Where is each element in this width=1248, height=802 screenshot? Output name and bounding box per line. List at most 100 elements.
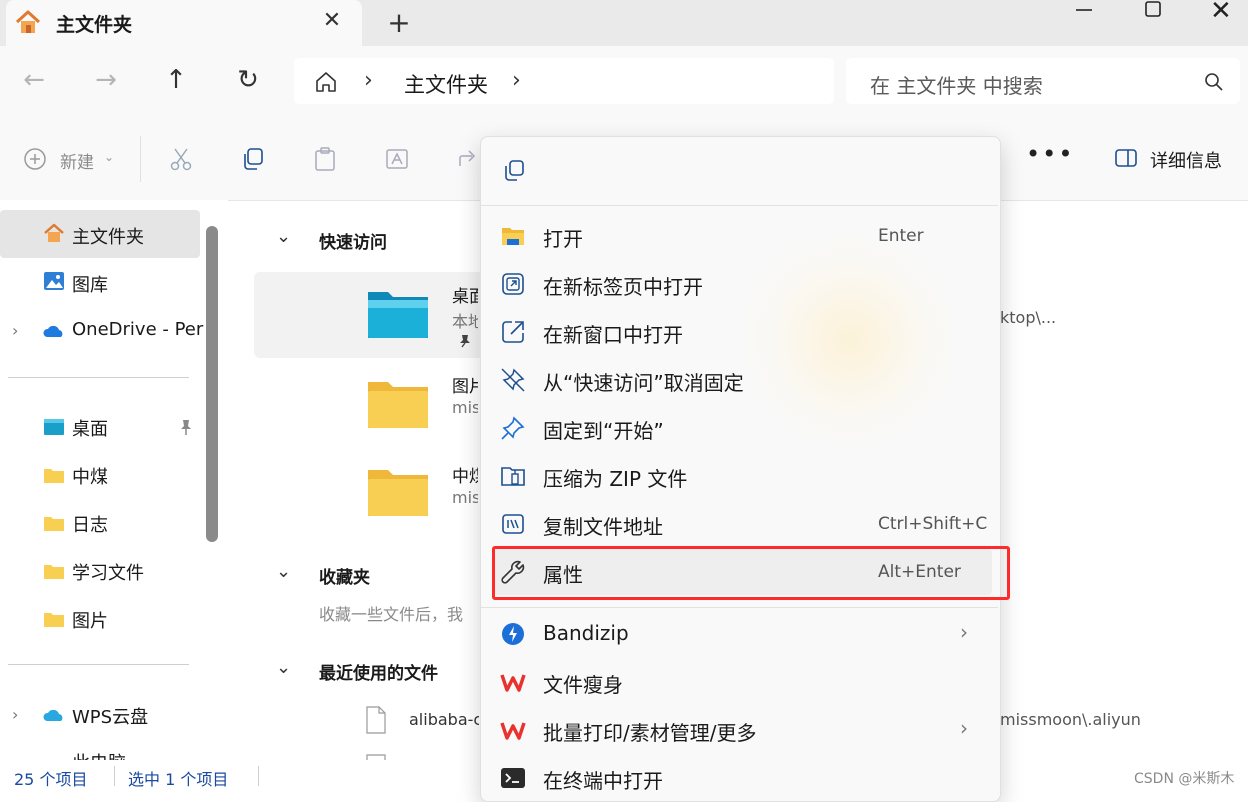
cut-icon[interactable] (168, 146, 194, 172)
copy-icon[interactable] (502, 158, 526, 182)
sidebar-item-desktop[interactable]: 桌面 (72, 415, 108, 441)
section-quick-access[interactable]: 快速访问 (319, 228, 387, 253)
terminal-icon (501, 768, 525, 788)
folder-icon (44, 613, 64, 627)
up-icon[interactable]: ↑ (158, 62, 194, 98)
status-divider (114, 766, 115, 786)
new-button[interactable]: 新建 (60, 148, 94, 173)
recent-file-name[interactable]: alibaba-c (409, 710, 479, 729)
folder-open-icon (502, 228, 524, 245)
folder-icon (44, 517, 64, 531)
menu-divider (481, 205, 998, 206)
more-options-icon[interactable]: ••• (1026, 140, 1074, 168)
quick-item-path: miss (452, 488, 478, 507)
plus-circle-icon[interactable] (22, 146, 48, 172)
breadcrumb-chevron-icon[interactable]: › (512, 68, 521, 93)
sidebar-item-study[interactable]: 学习文件 (72, 559, 144, 585)
forward-icon[interactable]: → (88, 62, 124, 98)
close-window-icon[interactable]: ✕ (1210, 0, 1232, 26)
chevron-down-icon[interactable]: ⌄ (104, 150, 114, 164)
quick-item-name: 中煤 (452, 467, 478, 487)
folder-icon (44, 565, 64, 579)
maximize-icon[interactable] (1142, 0, 1164, 18)
status-selected-count: 选中 1 个项目 (128, 770, 229, 789)
menu-item-file-slim[interactable]: 文件瘦身 (543, 669, 623, 698)
collapse-chevron-icon[interactable]: ⌄ (276, 226, 291, 247)
submenu-arrow-icon: › (960, 620, 968, 644)
onedrive-icon (43, 325, 63, 337)
close-tab-icon[interactable]: ✕ (318, 8, 346, 33)
desktop-folder-icon (368, 292, 428, 338)
wps-icon (500, 674, 526, 692)
back-icon[interactable]: ← (16, 62, 52, 98)
menu-item-pin-start[interactable]: 固定到“开始” (543, 415, 664, 444)
refresh-icon[interactable]: ↻ (230, 62, 266, 98)
expand-chevron-icon[interactable]: › (12, 321, 18, 340)
section-favorites[interactable]: 收藏夹 (319, 563, 370, 588)
wps-cloud-icon (43, 709, 63, 721)
details-button[interactable]: 详细信息 (1150, 147, 1222, 173)
new-window-icon (502, 321, 524, 343)
section-recent[interactable]: 最近使用的文件 (319, 659, 438, 684)
copy-icon[interactable] (240, 146, 266, 172)
tab-title: 主文件夹 (56, 14, 133, 36)
menu-item-open[interactable]: 打开 (543, 223, 583, 252)
quick-item-path: miss (452, 398, 478, 417)
menu-item-open-new-tab[interactable]: 在新标签页中打开 (543, 271, 703, 300)
breadcrumb-chevron-icon[interactable]: › (364, 68, 373, 93)
desktop-folder-icon (44, 419, 64, 435)
toolbar-divider (140, 136, 141, 182)
menu-shortcut: Enter (878, 226, 924, 246)
gallery-icon (44, 272, 64, 290)
rename-icon[interactable] (384, 146, 410, 172)
address-bar[interactable] (294, 58, 834, 104)
sidebar-item-wps-cloud[interactable]: WPS云盘 (72, 703, 148, 729)
expand-chevron-icon[interactable]: › (12, 705, 18, 724)
folder-icon (44, 469, 64, 483)
sidebar-item-zhongmei[interactable]: 中煤 (72, 463, 108, 489)
menu-item-bandizip[interactable]: Bandizip (543, 621, 629, 645)
share-icon[interactable] (456, 146, 482, 172)
collapse-chevron-icon[interactable]: ⌄ (276, 561, 291, 582)
folder-icon (368, 382, 428, 428)
search-input[interactable]: 在 主文件夹 中搜索 (870, 70, 1043, 99)
wps-icon (500, 722, 526, 740)
sidebar-item-pictures[interactable]: 图片 (72, 607, 108, 633)
sidebar-item-onedrive[interactable]: OneDrive - Per (72, 319, 203, 340)
sidebar-item-home[interactable]: 主文件夹 (72, 223, 144, 249)
collapse-chevron-icon[interactable]: ⌄ (276, 657, 291, 678)
folder-icon (368, 470, 428, 516)
home-icon (15, 10, 41, 33)
sidebar-item-this-pc[interactable]: 此电脑 (72, 749, 126, 760)
background-glow (740, 230, 960, 450)
pin-icon[interactable] (178, 418, 194, 436)
details-pane-icon[interactable] (1114, 148, 1138, 168)
pin-icon (501, 416, 525, 440)
zip-icon (501, 467, 525, 486)
breadcrumb-current[interactable]: 主文件夹 (404, 69, 488, 99)
home-icon[interactable] (314, 70, 338, 94)
menu-item-open-terminal[interactable]: 在终端中打开 (543, 765, 663, 794)
search-icon[interactable] (1204, 72, 1224, 92)
sidebar-item-log[interactable]: 日志 (72, 511, 108, 537)
menu-item-copy-path[interactable]: 复制文件地址 (543, 511, 663, 540)
sidebar-item-gallery[interactable]: 图库 (72, 271, 108, 297)
unpin-icon (501, 368, 525, 392)
menu-item-batch-print[interactable]: 批量打印/素材管理/更多 (543, 717, 756, 746)
status-divider (258, 766, 259, 786)
sidebar-divider (8, 664, 189, 665)
menu-shortcut: Ctrl+Shift+C (878, 514, 988, 534)
new-tab-icon[interactable]: + (384, 6, 414, 39)
new-tab-icon (502, 273, 524, 295)
menu-item-open-new-window[interactable]: 在新窗口中打开 (543, 319, 683, 348)
home-icon (44, 223, 64, 242)
submenu-arrow-icon: › (960, 716, 968, 740)
menu-item-compress-zip[interactable]: 压缩为 ZIP 文件 (543, 463, 687, 492)
location-path: missmoon\.aliyun (1000, 710, 1141, 729)
sidebar-divider (8, 377, 189, 378)
scrollbar[interactable] (206, 226, 218, 542)
pin-icon (460, 335, 470, 348)
menu-item-unpin-quick-access[interactable]: 从“快速访问”取消固定 (543, 367, 744, 396)
paste-icon[interactable] (312, 146, 338, 172)
minimize-icon[interactable] (1072, 0, 1096, 20)
